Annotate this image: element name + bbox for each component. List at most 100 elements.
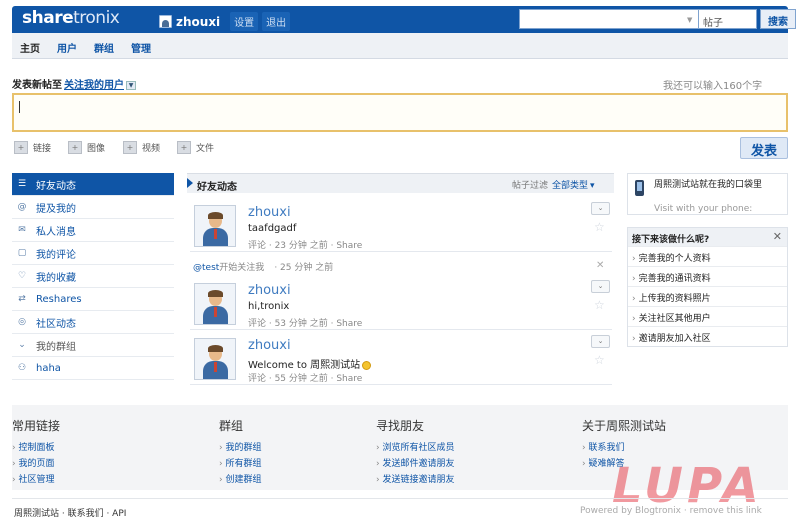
footer-link[interactable]: 发送链接邀请朋友 [376,472,454,488]
close-icon[interactable]: ✕ [773,230,782,243]
left-sidebar: ☰ 好友动态 @ 提及我的 ✉ 私人消息 ▢ 我的评论 ♡ 我的收藏 ⇄ Reshares … [12,173,174,380]
chevron-down-icon: ⌄ [18,340,26,350]
footer-link[interactable]: 社区管理 [12,472,60,488]
post-target-link[interactable]: 关注我的用户 [64,80,124,91]
feed-post: zhouxi taafdgadf 评论 · 23 分钟 之前 · Share ⌄… [190,200,612,252]
star-icon[interactable]: ☆ [594,353,605,367]
attach-video-button[interactable]: + 视频 [123,141,160,154]
search-button[interactable]: 搜索 [760,9,796,29]
footer-link[interactable]: 我的页面 [12,456,60,472]
sidebar-item-my-comments[interactable]: ▢ 我的评论 [12,242,174,265]
image-icon: + [68,141,82,154]
sidebar-item-label: 社区动态 [36,318,76,330]
powered-by[interactable]: Powered by Blogtronix · remove this link [580,506,762,516]
sidebar-item-mentions[interactable]: @ 提及我的 [12,196,174,219]
attach-link-button[interactable]: + 链接 [14,141,51,154]
tab-groups[interactable]: 群组 [94,40,114,55]
user-avatar-icon[interactable] [159,15,172,28]
feed-post: zhouxi Welcome to 周熙测试站 评论 · 55 分钟 之前 · … [190,333,612,385]
reshare-icon: ⇄ [18,294,26,304]
sidebar-item-label: 我的群组 [36,341,76,353]
sidebar-item-community[interactable]: ◎ 社区动态 [12,311,174,334]
composer-title-text: 发表新帖至 [12,80,62,91]
phone-icon [635,180,644,196]
sidebar-item-favorites[interactable]: ♡ 我的收藏 [12,265,174,288]
filter-select[interactable]: 全部类型 [552,181,588,191]
activity-row: @test开始关注我 · 25 分钟 之前 ✕ [193,260,612,276]
post-text-content: Welcome to 周熙测试站 [248,360,361,371]
next-step-item[interactable]: 完善我的通讯资料 [628,266,787,286]
footer-link[interactable]: 浏览所有社区成员 [376,440,454,456]
footer-link[interactable]: 联系我们 [582,440,666,456]
post-meta[interactable]: 评论 · 55 分钟 之前 · Share [248,371,362,384]
sidebar-item-reshares[interactable]: ⇄ Reshares [12,288,174,311]
sidebar-groups-toggle[interactable]: ⌄ 我的群组 [12,334,174,357]
mention-icon: @ [17,202,27,212]
next-step-item[interactable]: 邀请朋友加入社区 [628,326,787,346]
post-menu-chevron-icon[interactable]: ⌄ [591,335,610,348]
footer-column-title: 寻找朋友 [376,419,425,433]
char-counter: 我还可以输入160个字 [663,81,763,92]
post-author[interactable]: zhouxi [248,338,291,353]
header-username[interactable]: zhouxi [176,15,220,29]
avatar[interactable] [194,283,236,325]
file-icon: + [177,141,191,154]
tab-users[interactable]: 用户 [57,40,77,55]
group-icon: ⚇ [17,363,27,373]
settings-link[interactable]: 设置 [230,12,259,31]
post-text: hi,tronix [248,301,290,312]
footer-column-links: 常用链接 控制面板 我的页面 社区管理 [12,417,60,488]
next-step-item[interactable]: 完善我的个人资料 [628,246,787,266]
footer-link[interactable]: 所有群组 [219,456,261,472]
comment-icon: ▢ [17,248,27,258]
post-author[interactable]: zhouxi [248,283,291,298]
next-step-item[interactable]: 上传我的资料照片 [628,286,787,306]
star-icon[interactable]: ☆ [594,220,605,234]
post-text: taafdgadf [248,223,297,234]
post-text: Welcome to 周熙测试站 [248,356,372,371]
post-meta[interactable]: 评论 · 53 分钟 之前 · Share [248,316,362,329]
footer-column-title: 群组 [219,419,244,433]
search-scope-select[interactable]: ▼ 帖子 [687,9,757,29]
tab-admin[interactable]: 管理 [131,40,151,55]
video-icon: + [123,141,137,154]
close-icon[interactable]: ✕ [596,260,604,271]
tab-home[interactable]: 主页 [20,40,40,55]
star-icon[interactable]: ☆ [594,298,605,312]
chevron-down-icon[interactable]: ▼ [126,80,136,90]
avatar[interactable] [194,205,236,247]
attach-image-button[interactable]: + 图像 [68,141,105,154]
post-menu-chevron-icon[interactable]: ⌄ [591,280,610,293]
sidebar-item-friends-feed[interactable]: ☰ 好友动态 [12,173,174,196]
avatar[interactable] [194,338,236,380]
attach-file-button[interactable]: + 文件 [177,141,214,154]
mobile-title[interactable]: 周熙测试站就在我的口袋里 [654,179,784,191]
list-icon: ☰ [17,179,27,189]
heart-icon: ♡ [17,271,27,281]
post-textarea[interactable] [12,93,788,132]
bottom-links[interactable]: 周熙测试站 · 联系我们 · API [14,506,126,519]
footer-link[interactable]: 我的群组 [219,440,261,456]
next-step-item[interactable]: 关注社区其他用户 [628,306,787,326]
footer-link[interactable]: 控制面板 [12,440,60,456]
post-author[interactable]: zhouxi [248,205,291,220]
sidebar-item-label: 提及我的 [36,203,76,215]
search-input[interactable] [519,9,699,29]
activity-action: 开始关注我 [219,263,265,273]
smile-emoji-icon [362,360,372,370]
main-nav: 主页 用户 群组 管理 [12,33,788,59]
footer-link[interactable]: 创建群组 [219,472,261,488]
post-menu-chevron-icon[interactable]: ⌄ [591,202,610,215]
sidebar-item-label: haha [36,362,61,374]
post-button[interactable]: 发表 [740,137,788,159]
site-logo[interactable]: sharetronix [22,8,120,28]
post-meta[interactable]: 评论 · 23 分钟 之前 · Share [248,238,362,251]
sidebar-item-private-messages[interactable]: ✉ 私人消息 [12,219,174,242]
activity-user[interactable]: @test [193,263,219,273]
sidebar-item-group-haha[interactable]: ⚇ haha [12,357,174,380]
footer-link[interactable]: 发送邮件邀请朋友 [376,456,454,472]
chevron-down-icon[interactable]: ▾ [590,181,595,191]
filter-label: 帖子过滤 [512,181,549,191]
logout-link[interactable]: 退出 [262,12,291,31]
sidebar-item-label: 私人消息 [36,226,76,238]
